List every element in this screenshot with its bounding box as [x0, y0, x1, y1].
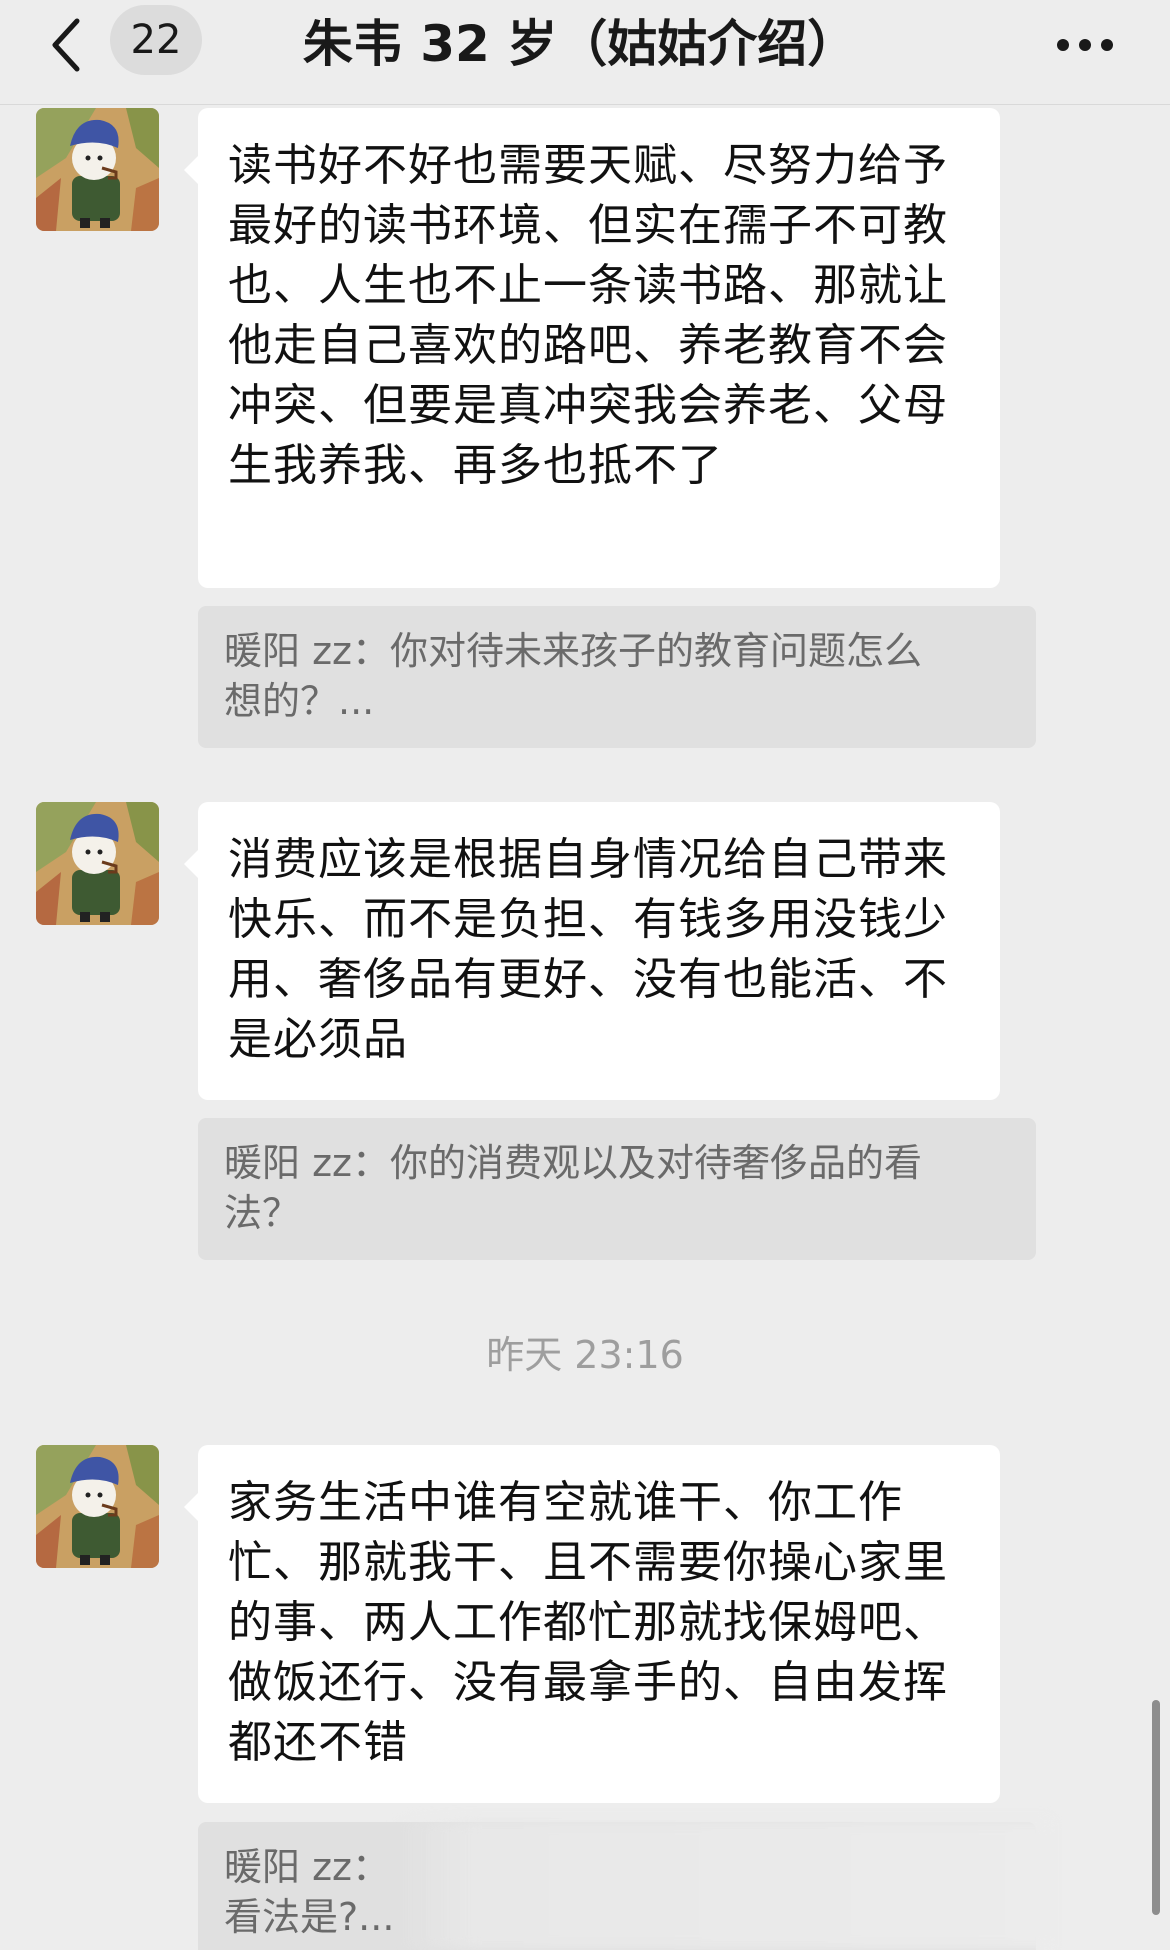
- chat-screen: 22 朱韦 32 岁（姑姑介绍） 读书好不好也需要天赋、尽努力给予最好的读书环境…: [0, 0, 1170, 1950]
- unread-count-badge[interactable]: 22: [110, 5, 202, 75]
- chat-header: 22 朱韦 32 岁（姑姑介绍）: [0, 0, 1170, 105]
- avatar[interactable]: [36, 1445, 159, 1568]
- quoted-text-line: 想的？...: [224, 679, 375, 723]
- chevron-left-icon: [52, 18, 80, 72]
- more-options-button[interactable]: [1050, 10, 1120, 80]
- back-button[interactable]: [40, 10, 94, 80]
- quoted-text-line: 暖阳 zz：你的消费观以及对待奢侈品的看: [224, 1141, 922, 1185]
- quoted-message[interactable]: 暖阳 zz：你的消费观以及对待奢侈品的看 法？: [198, 1118, 1036, 1260]
- timestamp-divider: 昨天 23:16: [486, 1333, 684, 1377]
- message-text: 读书好不好也需要天赋、尽努力给予最好的读书环境、但实在孺子不可教也、人生也不止一…: [228, 140, 948, 491]
- avatar[interactable]: [36, 108, 159, 231]
- more-dots-icon: [1057, 39, 1113, 51]
- message-bubble[interactable]: 家务生活中谁有空就谁干、你工作忙、那就我干、且不需要你操心家里的事、两人工作都忙…: [184, 1445, 1000, 1803]
- quoted-message[interactable]: 暖阳 zz：你对待未来孩子的教育问题怎么 想的？...: [198, 606, 1036, 748]
- quoted-text-line: 暖阳 zz：你对待未来孩子的教育问题怎么: [224, 629, 922, 673]
- message-bubble[interactable]: 读书好不好也需要天赋、尽努力给予最好的读书环境、但实在孺子不可教也、人生也不止一…: [184, 108, 1000, 588]
- message-bubble[interactable]: 消费应该是根据自身情况给自己带来快乐、而不是负担、有钱多用没钱少用、奢侈品有更好…: [184, 802, 1000, 1100]
- quoted-text-line: 法？: [224, 1191, 301, 1235]
- message-text: 家务生活中谁有空就谁干、你工作忙、那就我干、且不需要你操心家里的事、两人工作都忙…: [228, 1477, 948, 1768]
- avatar[interactable]: [36, 802, 159, 925]
- scrollbar[interactable]: [1152, 1700, 1160, 1915]
- redaction-blur: [395, 1820, 1050, 1950]
- message-text: 消费应该是根据自身情况给自己带来快乐、而不是负担、有钱多用没钱少用、奢侈品有更好…: [228, 834, 948, 1065]
- chat-title: 朱韦 32 岁（姑姑介绍）: [302, 15, 858, 73]
